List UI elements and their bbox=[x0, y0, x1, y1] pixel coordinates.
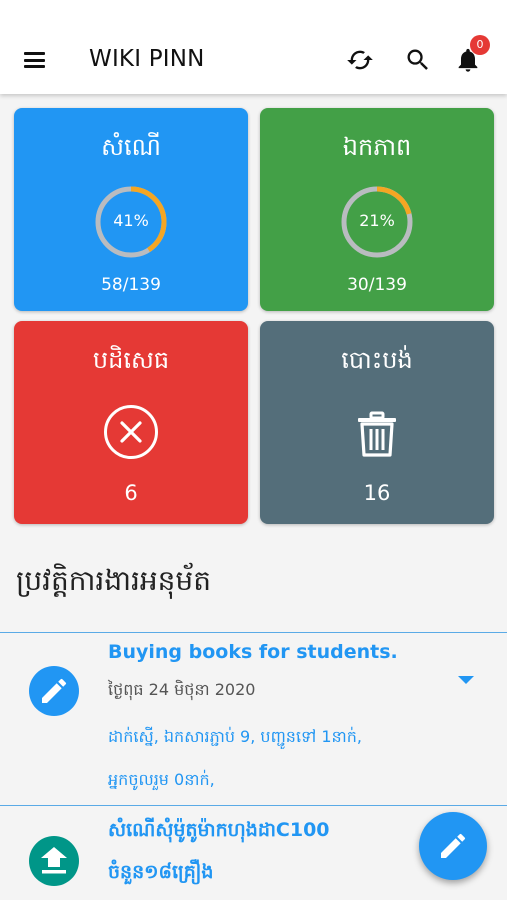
card-discarded-value: 16 bbox=[363, 481, 391, 505]
history-item-title[interactable]: Buying books for students. bbox=[108, 641, 398, 663]
expand-chevron-icon[interactable] bbox=[455, 673, 477, 687]
history-item-detail: ដាក់ស្នើ, ឯកសារភ្ជាប់ 9, បញ្ជូនទៅ 1នាក់, bbox=[108, 727, 363, 746]
history-item[interactable]: Buying books for students. ថ្ងៃពុធ 24 មិ… bbox=[0, 632, 507, 804]
card-discarded[interactable]: បោះបង់ 16 bbox=[260, 321, 494, 524]
avatar bbox=[29, 836, 79, 886]
search-icon[interactable] bbox=[404, 46, 432, 74]
card-approved-percent: 21% bbox=[359, 211, 395, 230]
card-approved[interactable]: ឯកភាព 21% 30/139 bbox=[260, 108, 494, 311]
notification-badge: 0 bbox=[470, 35, 490, 55]
pencil-icon bbox=[441, 833, 466, 858]
avatar bbox=[29, 666, 79, 716]
card-approved-value: 30/139 bbox=[347, 275, 407, 295]
card-rejected-value: 6 bbox=[124, 481, 138, 505]
card-approved-title: ឯកភាព bbox=[342, 133, 412, 161]
history-item-title[interactable]: សំណើសុំម៉ូតូម៉ាកហុងដាC100 bbox=[108, 818, 330, 846]
sync-icon[interactable] bbox=[346, 46, 374, 74]
history-item-subtitle: ចំនួន១៨គ្រឿង bbox=[108, 861, 214, 883]
menu-icon[interactable] bbox=[22, 48, 48, 72]
app-title: WIKI PINN bbox=[89, 46, 205, 72]
card-rejected-title: បដិសេធ bbox=[92, 346, 170, 374]
upload-icon bbox=[41, 847, 67, 874]
card-request[interactable]: សំណើ 41% 58/139 bbox=[14, 108, 248, 311]
history-item-date: ថ្ងៃពុធ 24 មិថុនា 2020 bbox=[108, 680, 256, 699]
card-request-percent: 41% bbox=[113, 211, 149, 230]
card-request-value: 58/139 bbox=[101, 275, 161, 295]
compose-fab-button[interactable] bbox=[419, 812, 487, 880]
app-bar: WIKI PINN 0 bbox=[0, 0, 507, 94]
trash-icon bbox=[358, 411, 396, 457]
card-rejected[interactable]: បដិសេធ 6 bbox=[14, 321, 248, 524]
card-discarded-title: បោះបង់ bbox=[341, 346, 413, 374]
pencil-icon bbox=[42, 678, 67, 703]
history-item-detail: អ្នកចូលរួម 0នាក់, bbox=[108, 770, 215, 789]
card-request-title: សំណើ bbox=[101, 133, 161, 161]
section-title: ប្រវត្តិការងារអនុម័ត bbox=[16, 564, 211, 597]
cancel-circle-icon bbox=[104, 405, 158, 459]
